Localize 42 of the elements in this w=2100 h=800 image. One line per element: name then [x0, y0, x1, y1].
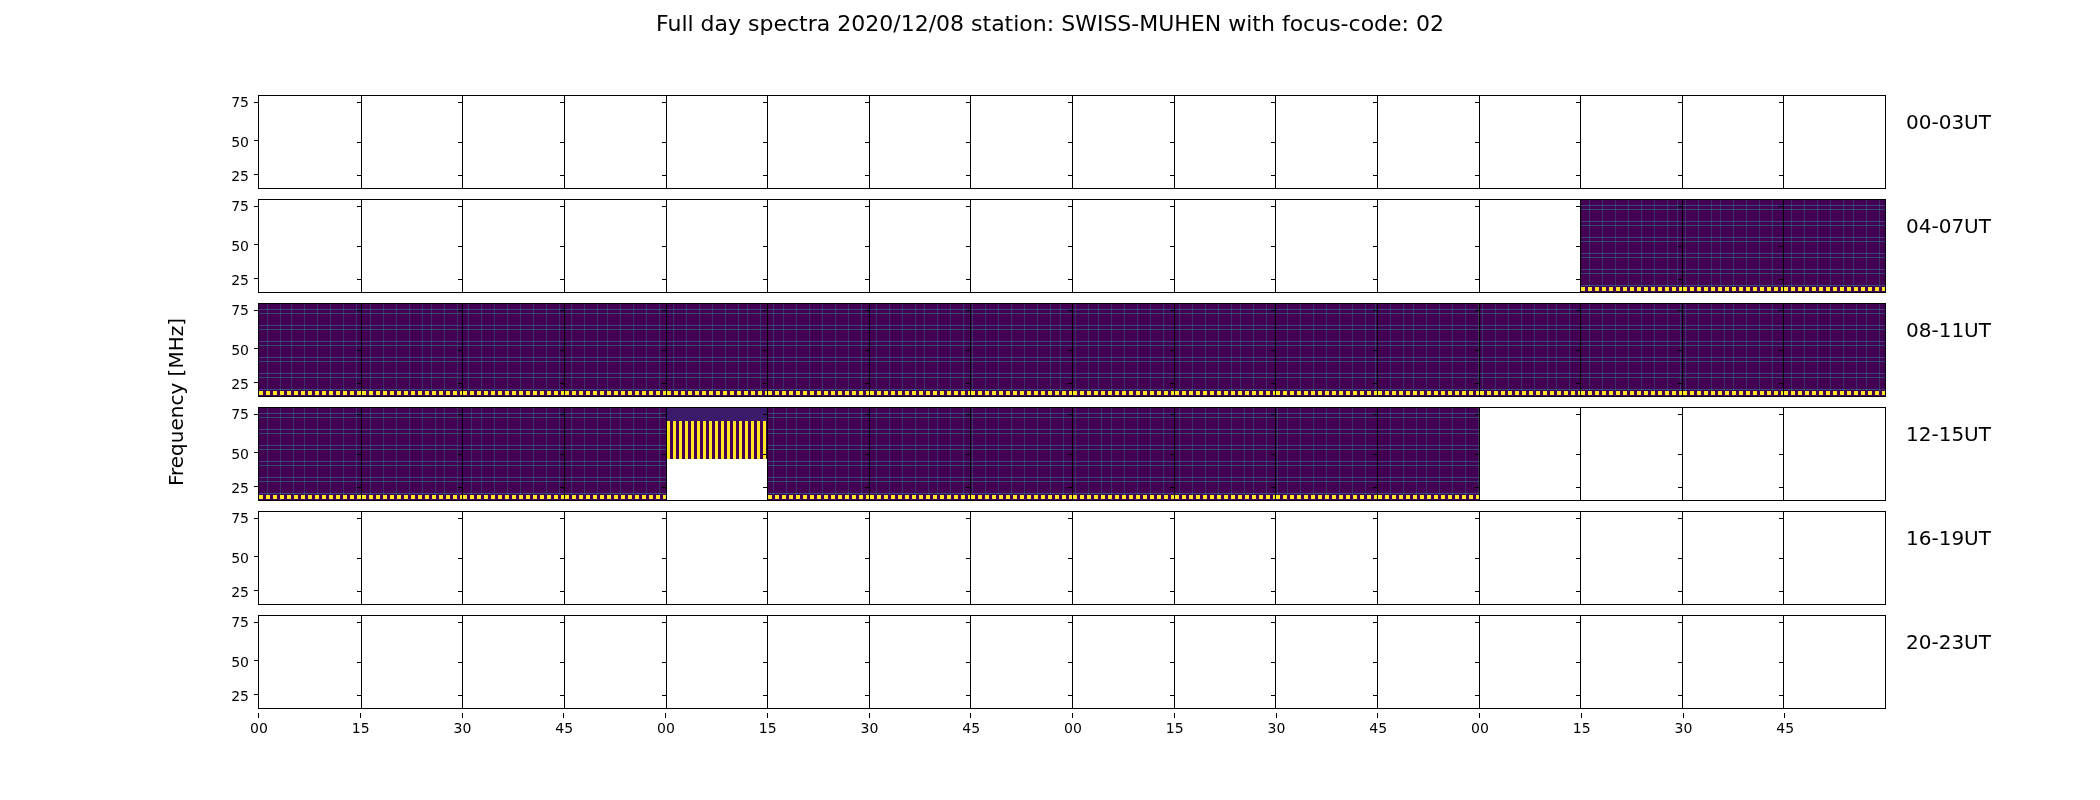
y-tick-label: 25 — [231, 376, 249, 391]
x-tick-label: 00 — [1471, 720, 1489, 736]
y-tick-label: 25 — [231, 480, 249, 495]
x-tick-label: 30 — [1267, 720, 1286, 736]
y-tick-label: 25 — [231, 168, 249, 183]
x-tick-label: 00 — [1064, 720, 1082, 736]
x-tick-label: 15 — [1572, 720, 1591, 736]
figure-title: Full day spectra 2020/12/08 station: SWISS-MUHEN with focus-code: 02 — [655, 12, 1445, 36]
y-tick-label: 75 — [231, 94, 249, 109]
x-tick-label: 15 — [1165, 720, 1184, 736]
row-label: 20-23UT — [1905, 629, 1992, 656]
y-tick-label: 50 — [231, 239, 249, 253]
row-label: 00-03UT — [1905, 109, 1992, 136]
y-tick-label: 25 — [231, 272, 249, 287]
y-tick-label: 50 — [231, 551, 249, 565]
x-tick-label: 00 — [250, 720, 268, 736]
y-tick-label: 50 — [231, 343, 249, 357]
y-tick-label: 50 — [231, 655, 249, 669]
y-tick-label: 75 — [231, 614, 249, 629]
y-tick-label: 25 — [231, 688, 249, 703]
x-tick-label: 45 — [1776, 720, 1795, 736]
x-tick-label: 15 — [758, 720, 777, 736]
y-tick-label: 75 — [231, 302, 249, 317]
x-tick-label: 15 — [351, 720, 370, 736]
row-label: 16-19UT — [1905, 525, 1992, 552]
row-label: 08-11UT — [1905, 317, 1992, 344]
y-tick-label: 25 — [231, 584, 249, 599]
row-label: 12-15UT — [1905, 421, 1992, 448]
x-tick-label: 45 — [962, 720, 981, 736]
x-tick-label: 30 — [1674, 720, 1693, 736]
y-tick-label: 50 — [231, 135, 249, 149]
y-tick-label: 75 — [231, 510, 249, 525]
y-tick-label: 50 — [231, 447, 249, 461]
x-tick-label: 45 — [1369, 720, 1388, 736]
x-tick-label: 30 — [453, 720, 472, 736]
row-label: 04-07UT — [1905, 213, 1992, 240]
y-tick-label: 75 — [231, 406, 249, 421]
x-tick-label: 00 — [657, 720, 675, 736]
y-axis-label: Frequency [MHz] — [164, 318, 188, 487]
y-tick-label: 75 — [231, 198, 249, 213]
x-tick-label: 30 — [860, 720, 879, 736]
x-tick-label: 45 — [555, 720, 574, 736]
